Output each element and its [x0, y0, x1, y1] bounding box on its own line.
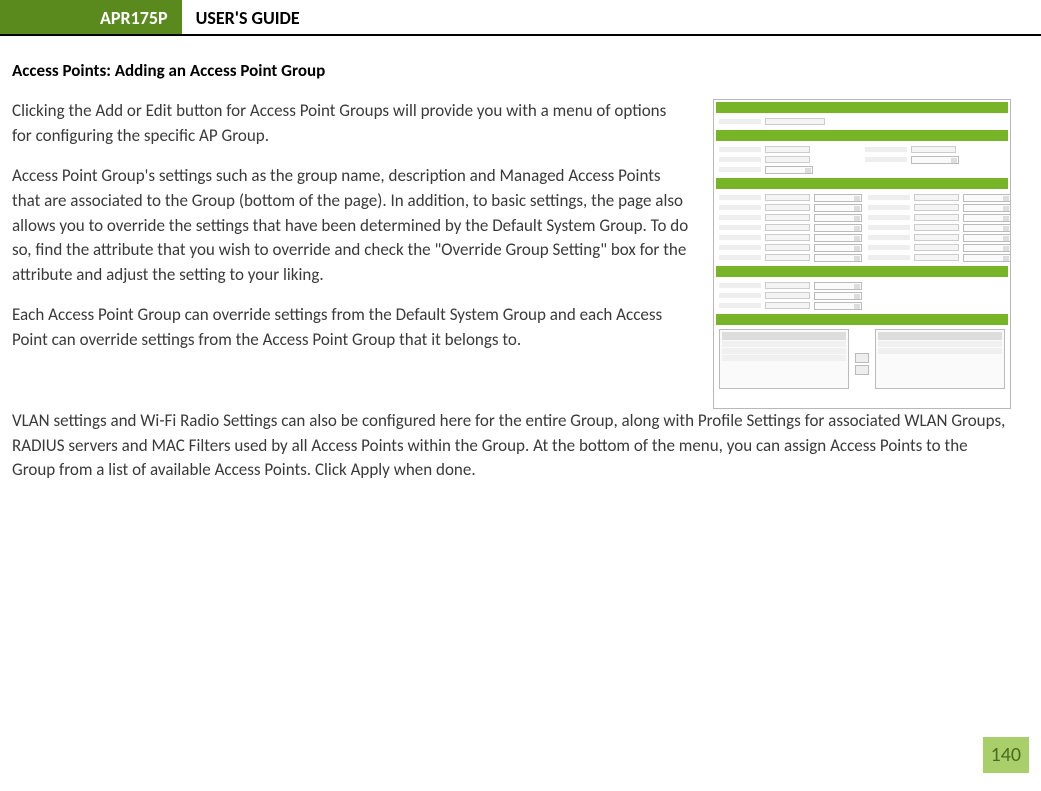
paragraph-2: Access Point Group's settings such as th… — [12, 164, 689, 287]
paragraph-3: Each Access Point Group can override set… — [12, 303, 689, 352]
section-title: Access Points: Adding an Access Point Gr… — [12, 60, 1011, 81]
screenshot-section-bar — [716, 266, 1008, 277]
config-screenshot — [713, 99, 1011, 409]
screenshot-section-bar — [716, 314, 1008, 325]
screenshot-selected-list — [875, 329, 1005, 389]
screenshot-move-right — [855, 353, 869, 363]
screenshot-available-list — [719, 329, 849, 389]
model-badge: APR175P — [0, 0, 182, 34]
text-column: Clicking the Add or Edit button for Acce… — [12, 99, 689, 409]
page-header: APR175P USER'S GUIDE — [0, 0, 1041, 36]
page-number: 140 — [983, 737, 1029, 773]
guide-title: USER'S GUIDE — [182, 0, 314, 34]
screenshot-header-bar — [716, 102, 1008, 113]
screenshot-section-bar — [716, 130, 1008, 141]
screenshot-section-bar — [716, 178, 1008, 189]
paragraph-1: Clicking the Add or Edit button for Acce… — [12, 99, 689, 148]
screenshot-move-left — [855, 365, 869, 375]
page-content: Access Points: Adding an Access Point Gr… — [0, 36, 1041, 483]
paragraph-4: VLAN settings and Wi-Fi Radio Settings c… — [12, 409, 1011, 483]
